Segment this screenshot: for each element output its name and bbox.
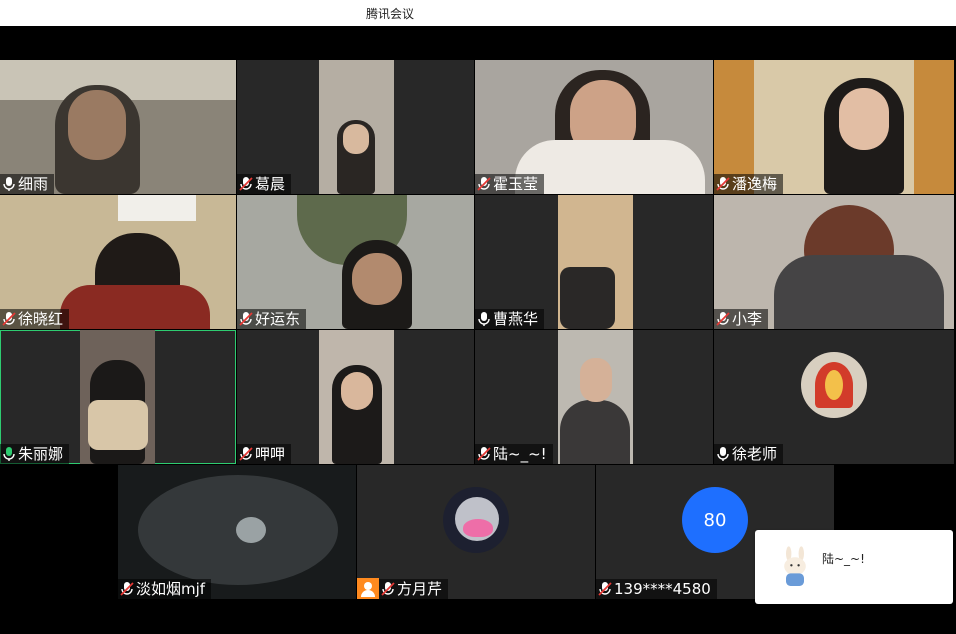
video-tile[interactable]: 潘逸梅 <box>714 60 954 194</box>
microphone-muted-icon <box>239 177 253 191</box>
avatar-tile[interactable]: 徐老师 <box>714 330 954 464</box>
participant-name: 好运东 <box>255 310 301 328</box>
video-tile[interactable]: 细雨 <box>0 60 236 194</box>
participant-label: 曹燕华 <box>475 309 545 329</box>
avatar <box>443 487 509 553</box>
participant-name: 细雨 <box>18 175 49 193</box>
microphone-muted-icon <box>381 582 395 596</box>
microphone-icon <box>3 177 15 191</box>
participant-name: 呷呷 <box>255 445 286 463</box>
participant-label: 方月芹 <box>357 578 449 599</box>
video-tile[interactable]: 小李 <box>714 195 954 329</box>
microphone-muted-icon <box>477 447 491 461</box>
shirt-print <box>809 303 857 317</box>
microphone-muted-icon <box>2 312 16 326</box>
participant-name: 方月芹 <box>397 580 443 598</box>
bunny-avatar-icon <box>784 546 806 586</box>
video-tile[interactable]: 陆~_~! <box>475 330 713 464</box>
host-badge-icon <box>357 578 379 599</box>
avatar: 80 <box>682 487 748 553</box>
chat-notification[interactable]: 陆~_~! <box>755 530 953 604</box>
microphone-muted-icon <box>239 312 253 326</box>
chat-sender-name: 陆~_~! <box>822 552 865 566</box>
participant-label: 霍玉莹 <box>475 174 545 194</box>
participant-label: 139****4580 <box>596 579 717 599</box>
avatar-tile[interactable]: 方月芹 <box>357 465 595 599</box>
microphone-muted-icon <box>239 447 253 461</box>
video-tile-active-speaker[interactable]: 朱丽娜 <box>0 330 236 464</box>
microphone-muted-icon <box>598 582 612 596</box>
video-tile[interactable]: 霍玉莹 <box>475 60 713 194</box>
avatar-initials: 80 <box>703 509 727 531</box>
participant-name: 淡如烟mjf <box>136 580 206 598</box>
participant-name: 潘逸梅 <box>732 175 778 193</box>
video-tile[interactable]: 好运东 <box>237 195 474 329</box>
participant-label: 陆~_~! <box>475 444 553 464</box>
window-title: 腾讯会议 <box>366 7 415 21</box>
video-tile[interactable]: 呷呷 <box>237 330 474 464</box>
participant-name: 陆~_~! <box>493 445 547 463</box>
participant-name: 朱丽娜 <box>18 445 64 463</box>
participant-label: 小李 <box>714 309 769 329</box>
participant-name: 徐晓红 <box>18 310 64 328</box>
microphone-icon <box>717 447 729 461</box>
participant-label: 呷呷 <box>237 444 292 464</box>
participant-label: 好运东 <box>237 309 307 329</box>
microphone-muted-icon <box>120 582 134 596</box>
participant-label: 葛晨 <box>237 174 292 194</box>
video-tile[interactable]: 葛晨 <box>237 60 474 194</box>
participant-name: 徐老师 <box>732 445 778 463</box>
video-tile[interactable]: 徐晓红 <box>0 195 236 329</box>
title-bar: 腾讯会议 <box>0 0 956 26</box>
participant-name: 霍玉莹 <box>493 175 539 193</box>
microphone-muted-icon <box>716 312 730 326</box>
participant-name: 曹燕华 <box>493 310 539 328</box>
video-tile[interactable]: 曹燕华 <box>475 195 713 329</box>
video-tile[interactable]: 淡如烟mjf <box>118 465 356 599</box>
microphone-muted-icon <box>716 177 730 191</box>
microphone-speaking-icon <box>3 447 15 461</box>
participant-label: 细雨 <box>0 174 55 194</box>
microphone-icon <box>478 312 490 326</box>
participant-name: 小李 <box>732 310 763 328</box>
participant-label: 徐晓红 <box>0 309 70 329</box>
microphone-muted-icon <box>477 177 491 191</box>
participant-label: 朱丽娜 <box>0 444 70 464</box>
participant-label: 淡如烟mjf <box>118 579 212 599</box>
participant-name: 葛晨 <box>255 175 286 193</box>
participant-label: 徐老师 <box>714 444 784 464</box>
avatar <box>801 352 867 418</box>
participant-name: 139****4580 <box>614 580 711 598</box>
participant-label: 潘逸梅 <box>714 174 784 194</box>
